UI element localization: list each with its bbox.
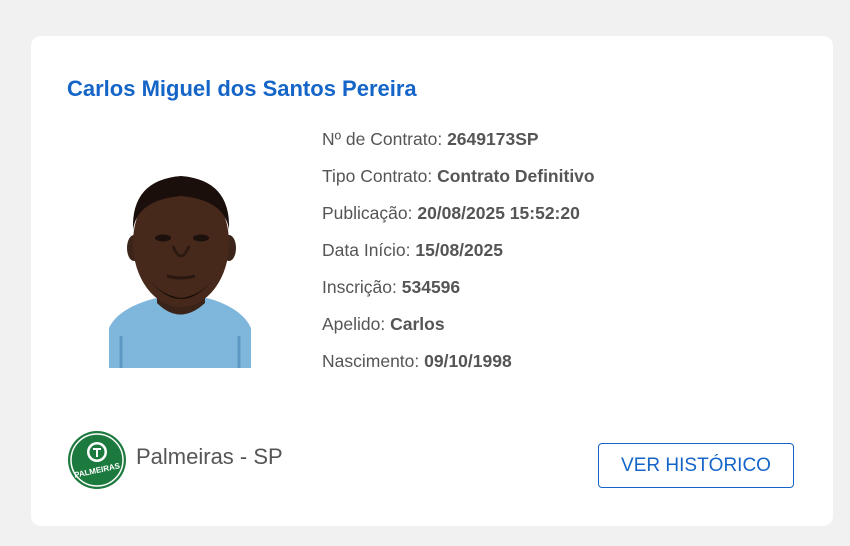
detail-value: Carlos (390, 314, 445, 334)
detail-label: Tipo Contrato: (322, 166, 438, 186)
birth-date-row: Nascimento: 09/10/1998 (322, 347, 802, 384)
detail-value: 20/08/2025 15:52:20 (417, 203, 580, 223)
player-photo (109, 176, 251, 368)
nickname-row: Apelido: Carlos (322, 310, 802, 347)
palmeiras-crest-icon: PALMEIRAS (68, 431, 126, 489)
detail-value: 15/08/2025 (415, 240, 503, 260)
contract-details: Nº de Contrato: 2649173SP Tipo Contrato:… (322, 125, 802, 384)
start-date-row: Data Início: 15/08/2025 (322, 236, 802, 273)
detail-value: 09/10/1998 (424, 351, 512, 371)
contract-type-row: Tipo Contrato: Contrato Definitivo (322, 162, 802, 199)
view-history-button[interactable]: VER HISTÓRICO (598, 443, 794, 488)
detail-value: 2649173SP (447, 129, 539, 149)
club-info: PALMEIRAS Palmeiras - SP (67, 430, 283, 490)
detail-value: Contrato Definitivo (437, 166, 595, 186)
player-card: Carlos Miguel dos Santos Pereira Nº de C… (31, 36, 833, 526)
detail-label: Apelido: (322, 314, 391, 334)
publication-row: Publicação: 20/08/2025 15:52:20 (322, 199, 802, 236)
detail-label: Inscrição: (322, 277, 402, 297)
registration-row: Inscrição: 534596 (322, 273, 802, 310)
detail-value: 534596 (401, 277, 461, 297)
contract-number-row: Nº de Contrato: 2649173SP (322, 125, 802, 162)
player-name-link[interactable]: Carlos Miguel dos Santos Pereira (67, 76, 417, 102)
club-name: Palmeiras - SP (136, 444, 283, 469)
detail-label: Data Início: (322, 240, 416, 260)
detail-label: Nº de Contrato: (322, 129, 448, 149)
detail-label: Nascimento: (322, 351, 425, 371)
detail-label: Publicação: (322, 203, 418, 223)
